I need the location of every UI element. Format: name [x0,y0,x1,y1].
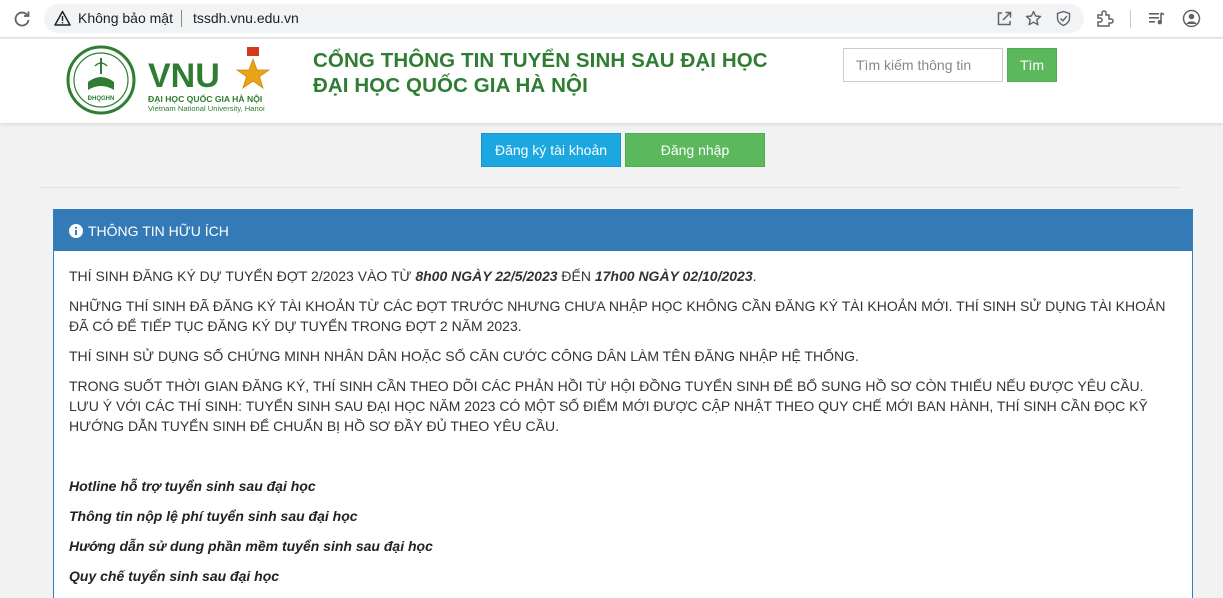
login-button[interactable]: Đăng nhập [625,133,765,167]
notice-text: . [752,268,757,284]
logo-name-vi: ĐẠI HỌC QUỐC GIA HÀ NỘI [148,93,262,104]
url-divider [181,10,182,27]
search-input[interactable] [843,48,1003,82]
notice-text: ĐẾN [557,268,595,284]
toolbar-divider [1130,10,1131,28]
site-header: ĐHQGHN VNU ĐẠI HỌC QUỐC GIA HÀ NỘI Vietn… [0,39,1223,123]
notice-registration-period: THÍ SINH ĐĂNG KÝ DỰ TUYỂN ĐỢT 2/2023 VÀO… [69,266,1177,286]
reload-icon[interactable] [12,9,32,29]
notice-follow-feedback: TRONG SUỐT THỜI GIAN ĐĂNG KÝ, THÍ SINH C… [69,378,1148,434]
browser-toolbar: Không bảo mật tssdh.vnu.edu.vn [0,0,1223,38]
puzzle-icon[interactable] [1095,9,1114,28]
section-divider [40,187,1180,188]
info-icon [69,223,83,238]
panel-body: THÍ SINH ĐĂNG KÝ DỰ TUYỂN ĐỢT 2/2023 VÀO… [54,251,1192,586]
shield-icon[interactable] [1055,10,1072,27]
panel-heading: THÔNG TIN HỮU ÍCH [54,210,1192,251]
share-icon[interactable] [996,10,1013,27]
link-hotline[interactable]: Hotline hỗ trợ tuyển sinh sau đại học [69,476,1177,496]
portal-title-line2: ĐẠI HỌC QUỐC GIA HÀ NỘI [313,74,588,97]
search-button[interactable]: Tìm [1007,48,1057,82]
panel-heading-text: THÔNG TIN HỮU ÍCH [88,222,229,239]
register-account-button[interactable]: Đăng ký tài khoản [481,133,621,167]
warning-icon[interactable] [54,10,71,27]
link-fee-info[interactable]: Thông tin nộp lệ phí tuyển sinh sau đại … [69,506,1177,526]
portal-title-line1: CỔNG THÔNG TIN TUYỂN SINH SAU ĐẠI HỌC [313,49,768,72]
media-icon[interactable] [1147,9,1166,28]
link-regulations[interactable]: Quy chế tuyển sinh sau đại học [69,566,1177,586]
end-datetime: 17h00 NGÀY 02/10/2023 [594,268,753,284]
useful-info-panel: THÔNG TIN HỮU ÍCH THÍ SINH ĐĂNG KÝ DỰ TU… [53,209,1193,598]
star-icon[interactable] [1025,10,1042,27]
logo-wordmark: VNU [148,57,220,95]
url-text[interactable]: tssdh.vnu.edu.vn [193,10,299,26]
security-status-label[interactable]: Không bảo mật [78,10,173,26]
notice-text: THÍ SINH ĐĂNG KÝ DỰ TUYỂN ĐỢT 2/2023 VÀO… [69,268,416,284]
notice-existing-accounts: NHỮNG THÍ SINH ĐÃ ĐĂNG KÝ TÀI KHOẢN TỪ C… [69,298,1166,334]
logo-name-en: Vietnam National University, Hanoi [148,104,265,113]
vnu-logo[interactable]: ĐHQGHN VNU ĐẠI HỌC QUỐC GIA HÀ NỘI Vietn… [66,44,296,116]
star-medal-icon [235,47,271,89]
logo-badge-text: ĐHQGHN [88,96,115,102]
portal-title: CỔNG THÔNG TIN TUYỂN SINH SAU ĐẠI HỌC ĐẠ… [313,48,768,98]
emblem-icon: ĐHQGHN [66,45,136,115]
link-software-guide[interactable]: Hướng dẫn sử dung phần mềm tuyển sinh sa… [69,536,1177,556]
useful-links: Hotline hỗ trợ tuyển sinh sau đại học Th… [69,476,1177,586]
profile-icon[interactable] [1182,9,1201,28]
address-bar[interactable]: Không bảo mật tssdh.vnu.edu.vn [44,4,1084,33]
notice-login-id: THÍ SINH SỬ DỤNG SỐ CHỨNG MINH NHÂN DÂN … [69,348,859,364]
start-datetime: 8h00 NGÀY 22/5/2023 [415,268,558,284]
